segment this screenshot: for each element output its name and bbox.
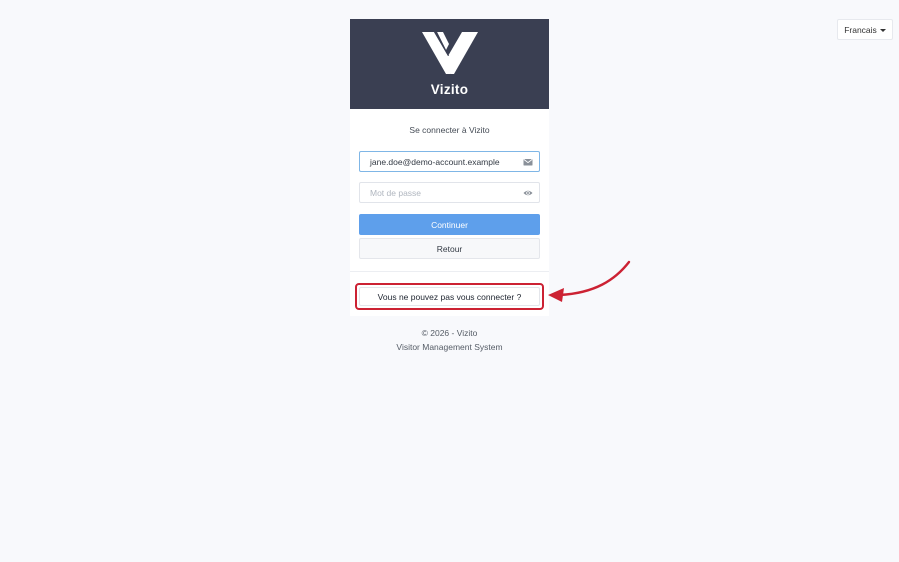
footer: © 2026 - Vizito Visitor Management Syste…: [350, 326, 549, 354]
caret-down-icon: [879, 28, 886, 32]
card-divider: [350, 271, 549, 272]
card-header: Vizito: [350, 19, 549, 109]
back-button[interactable]: Retour: [359, 238, 540, 259]
password-field[interactable]: Mot de passe: [359, 182, 540, 203]
cant-connect-button[interactable]: Vous ne pouvez pas vous connecter ?: [359, 287, 540, 306]
continue-button[interactable]: Continuer: [359, 214, 540, 235]
tagline-text: Visitor Management System: [396, 342, 503, 352]
envelope-icon: [523, 159, 533, 166]
login-title: Se connecter à Vizito: [409, 125, 490, 135]
brand-name: Vizito: [430, 82, 469, 97]
email-value: jane.doe@demo-account.example: [370, 156, 500, 167]
eye-icon[interactable]: [523, 188, 533, 198]
continue-label: Continuer: [431, 219, 468, 230]
cant-connect-highlight: Vous ne pouvez pas vous connecter ?: [355, 283, 544, 310]
back-label: Retour: [436, 243, 463, 254]
language-selector[interactable]: Francais: [837, 19, 893, 40]
copyright-text: © 2026 - Vizito: [421, 328, 478, 338]
cant-connect-label: Vous ne pouvez pas vous connecter ?: [377, 291, 522, 302]
curved-arrow-icon: [548, 260, 631, 302]
login-card: Vizito Se connecter à Vizito jane.doe@de…: [350, 19, 549, 316]
password-placeholder: Mot de passe: [370, 187, 422, 198]
language-label: Francais: [844, 24, 877, 35]
email-field[interactable]: jane.doe@demo-account.example: [359, 151, 540, 172]
vizito-logo-icon: [422, 32, 478, 74]
